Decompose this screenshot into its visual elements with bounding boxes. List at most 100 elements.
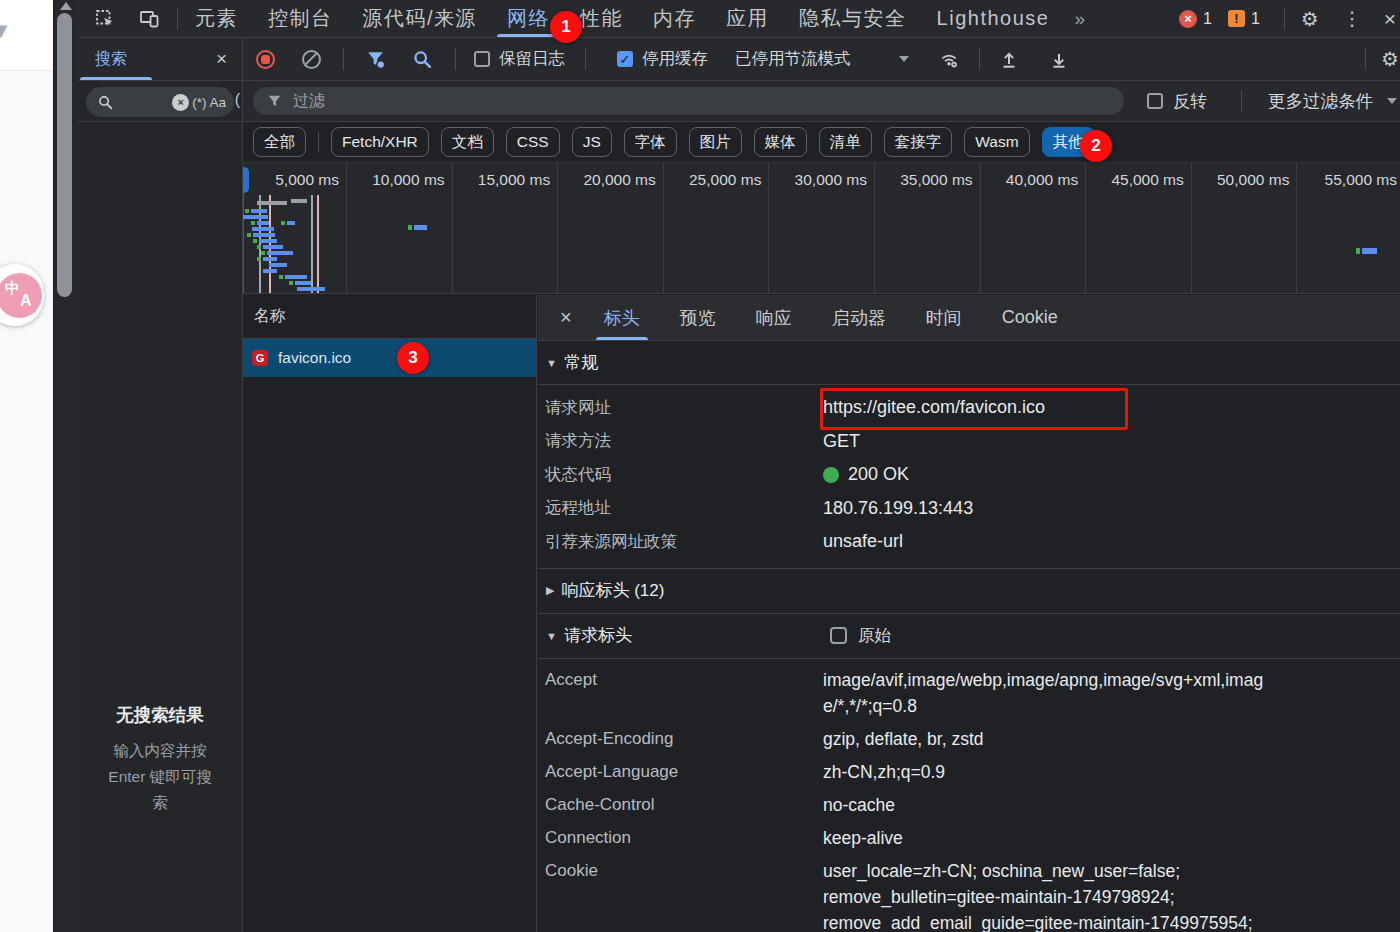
tab-cookies[interactable]: Cookie — [982, 295, 1078, 340]
no-results-title: 无搜索结果 — [78, 703, 242, 727]
tab-elements[interactable]: 元素 — [180, 0, 253, 37]
request-type-chips: 全部 Fetch/XHR 文档 CSS JS 字体 图片 媒体 清单 套接字 W… — [243, 122, 1400, 163]
throttling-select[interactable]: 已停用节流模式 — [735, 48, 851, 70]
tab-timing[interactable]: 时间 — [906, 295, 982, 340]
chip-js[interactable]: JS — [572, 127, 612, 157]
devtools-main-toolbar: 元素 控制台 源代码/来源 网络 性能 内存 应用 隐私与安全 Lighthou… — [78, 0, 1400, 38]
invert-filter-checkbox[interactable] — [1147, 93, 1163, 109]
preserve-log-checkbox[interactable] — [474, 51, 490, 67]
settings-gear-icon[interactable]: ⚙ — [1301, 7, 1319, 31]
filter-toggle-icon[interactable] — [366, 49, 386, 69]
tab-application[interactable]: 应用 — [711, 0, 784, 37]
tab-headers[interactable]: 标头 — [584, 295, 660, 340]
overview-waterfall — [243, 163, 345, 294]
tab-initiator[interactable]: 启动器 — [812, 295, 906, 340]
close-devtools-icon[interactable]: × — [1384, 7, 1396, 31]
import-har-icon[interactable] — [999, 49, 1019, 69]
inspect-element-icon[interactable] — [95, 9, 115, 29]
search-panel-header: 搜索 × — [78, 38, 243, 80]
preserve-log-label: 保留日志 — [499, 48, 565, 70]
header-row: Accept image/avif,image/webp,image/apng,… — [538, 667, 1400, 726]
header-row: Accept-Language zh-CN,zh;q=0.9 — [538, 759, 1400, 792]
request-headers-section-header[interactable]: ▼ 请求标头 原始 — [538, 614, 1400, 659]
status-ok-dot — [823, 467, 839, 483]
more-filters-caret-icon — [1387, 98, 1397, 104]
more-filters-button[interactable]: 更多过滤条件 — [1268, 89, 1397, 113]
details-tab-bar: × 标头 预览 响应 启动器 时间 Cookie — [538, 295, 1400, 341]
more-tabs-icon[interactable]: » — [1064, 8, 1095, 30]
details-close-icon[interactable]: × — [560, 306, 572, 329]
network-conditions-icon[interactable] — [939, 49, 959, 69]
tab-memory[interactable]: 内存 — [638, 0, 711, 37]
network-settings-gear-icon[interactable]: ⚙ — [1381, 47, 1399, 71]
raw-headers-toggle[interactable]: 原始 — [830, 625, 891, 647]
annotation-badge-1: 1 — [550, 11, 582, 43]
record-network-log-button[interactable] — [256, 50, 275, 69]
expanded-triangle-icon: ▼ — [546, 630, 557, 642]
search-input[interactable]: × (*) Aa — [86, 87, 234, 117]
tick-label: 10,000 ms — [342, 171, 445, 189]
network-filter-input[interactable]: 过滤 — [253, 87, 1124, 115]
throttling-caret-icon[interactable] — [899, 56, 909, 62]
general-row: 状态代码 200 OK — [538, 458, 1400, 492]
no-results-hint: 输入内容并按 Enter 键即可搜索 — [101, 738, 219, 816]
device-toolbar-icon[interactable] — [139, 9, 159, 29]
devtools-window: 元素 控制台 源代码/来源 网络 性能 内存 应用 隐私与安全 Lighthou… — [78, 0, 1400, 932]
chip-font[interactable]: 字体 — [624, 127, 677, 157]
page-scrollbar[interactable] — [53, 0, 78, 932]
tab-privacy-security[interactable]: 隐私与安全 — [784, 0, 922, 37]
search-panel-title: 搜索 — [95, 49, 127, 70]
search-clear-icon[interactable]: × — [172, 94, 189, 111]
network-toolbar: 保留日志 ✓ 停用缓存 已停用节流模式 ⚙ — [243, 38, 1400, 80]
chip-socket[interactable]: 套接字 — [884, 127, 953, 157]
network-panel: 过滤 反转 更多过滤条件 全部 Fetch/XHR 文档 CSS JS 字体 图… — [243, 81, 1400, 932]
chip-wasm[interactable]: Wasm — [964, 127, 1029, 157]
requests-table: 名称 G favicon.ico — [243, 295, 537, 932]
scrollbar-up-arrow[interactable] — [60, 2, 72, 10]
chip-manifest[interactable]: 清单 — [819, 127, 872, 157]
chip-all[interactable]: 全部 — [253, 127, 306, 157]
chip-img[interactable]: 图片 — [689, 127, 742, 157]
raw-checkbox[interactable] — [830, 627, 847, 644]
chip-media[interactable]: 媒体 — [754, 127, 807, 157]
tab-preview[interactable]: 预览 — [660, 295, 736, 340]
regex-toggle[interactable]: (*) — [192, 95, 206, 110]
export-har-icon[interactable] — [1049, 49, 1069, 69]
network-overview-timeline[interactable]: 5,000 ms 10,000 ms 15,000 ms 20,000 ms 2… — [243, 163, 1400, 294]
request-headers-rows: Accept image/avif,image/webp,image/apng,… — [538, 659, 1400, 932]
annotation-badge-2: 2 — [1080, 130, 1112, 162]
kebab-menu-icon[interactable]: ⋮ — [1343, 7, 1362, 30]
response-headers-section-header[interactable]: ▶ 响应标头 (12) — [538, 569, 1400, 614]
chip-doc[interactable]: 文档 — [441, 127, 494, 157]
search-close-icon[interactable]: × — [216, 48, 227, 70]
annotation-rectangle — [820, 388, 1128, 430]
error-icon: × — [1179, 10, 1197, 28]
tab-response[interactable]: 响应 — [736, 295, 812, 340]
tick-label: 55,000 ms — [1294, 171, 1397, 189]
general-section-header[interactable]: ▼ 常规 — [538, 341, 1400, 385]
tab-sources[interactable]: 源代码/来源 — [348, 0, 493, 37]
warning-icon: ! — [1228, 10, 1245, 27]
match-case-toggle[interactable]: Aa — [209, 95, 226, 110]
request-row-favicon[interactable]: G favicon.ico — [243, 339, 536, 377]
warning-counter[interactable]: ! 1 — [1228, 10, 1260, 28]
general-row: 远程地址 180.76.199.13:443 — [538, 492, 1400, 526]
scrollbar-thumb[interactable] — [57, 13, 72, 297]
name-column-header[interactable]: 名称 — [243, 295, 536, 339]
network-filter-row: 过滤 反转 更多过滤条件 — [243, 81, 1400, 122]
chip-fetch-xhr[interactable]: Fetch/XHR — [331, 127, 429, 157]
header-row: Connection keep-alive — [538, 825, 1400, 858]
collapsed-triangle-icon: ▶ — [546, 584, 554, 597]
chip-css[interactable]: CSS — [506, 127, 560, 157]
favicon-icon: G — [252, 350, 268, 366]
tick-label: 35,000 ms — [870, 171, 973, 189]
search-panel: × (*) Aa ( 无搜索结果 输入内容并按 Enter 键即可搜索 — [78, 81, 243, 932]
disable-cache-checkbox[interactable]: ✓ — [617, 51, 633, 67]
search-refresh-partial: ( — [235, 91, 240, 109]
search-network-icon[interactable] — [412, 49, 432, 69]
tab-console[interactable]: 控制台 — [253, 0, 348, 37]
clear-network-log-button[interactable] — [302, 50, 321, 69]
error-counter[interactable]: × 1 — [1179, 10, 1212, 28]
tick-label: 20,000 ms — [553, 171, 656, 189]
tab-lighthouse[interactable]: Lighthouse — [922, 0, 1065, 37]
